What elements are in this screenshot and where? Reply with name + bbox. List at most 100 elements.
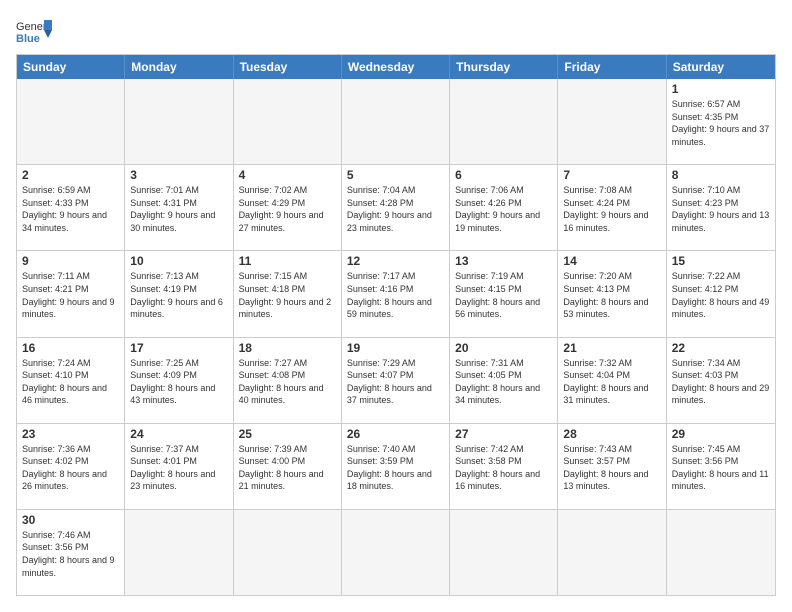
calendar-empty-cell [558,510,666,595]
day-number: 19 [347,341,444,355]
logo: General Blue [16,16,52,44]
day-number: 2 [22,168,119,182]
day-number: 28 [563,427,660,441]
day-number: 30 [22,513,119,527]
calendar-day-26: 26 Sunrise: 7:40 AM Sunset: 3:59 PM Dayli… [342,424,450,509]
day-info: Sunrise: 7:22 AM Sunset: 4:12 PM Dayligh… [672,270,770,320]
calendar-empty-cell [234,79,342,164]
calendar-day-10: 10 Sunrise: 7:13 AM Sunset: 4:19 PM Dayli… [125,251,233,336]
calendar-day-20: 20Sunrise: 7:31 AM Sunset: 4:05 PM Dayli… [450,338,558,423]
day-number: 16 [22,341,119,355]
calendar-day-22: 22 Sunrise: 7:34 AM Sunset: 4:03 PM Dayli… [667,338,775,423]
day-info: Sunrise: 6:57 AM Sunset: 4:35 PM Dayligh… [672,98,770,148]
day-info: Sunrise: 7:43 AM Sunset: 3:57 PM Dayligh… [563,443,660,493]
calendar-day-12: 12 Sunrise: 7:17 AM Sunset: 4:16 PM Dayli… [342,251,450,336]
calendar-body: 1 Sunrise: 6:57 AM Sunset: 4:35 PM Daylig… [17,79,775,595]
calendar-day-7: 7 Sunrise: 7:08 AM Sunset: 4:24 PM Daylig… [558,165,666,250]
day-info: Sunrise: 7:17 AM Sunset: 4:16 PM Dayligh… [347,270,444,320]
calendar-day-9: 9Sunrise: 7:11 AM Sunset: 4:21 PM Daylig… [17,251,125,336]
day-info: Sunrise: 7:20 AM Sunset: 4:13 PM Dayligh… [563,270,660,320]
calendar-day-18: 18 Sunrise: 7:27 AM Sunset: 4:08 PM Dayli… [234,338,342,423]
day-info: Sunrise: 7:32 AM Sunset: 4:04 PM Dayligh… [563,357,660,407]
day-info: Sunrise: 7:13 AM Sunset: 4:19 PM Dayligh… [130,270,227,320]
calendar-day-14: 14 Sunrise: 7:20 AM Sunset: 4:13 PM Dayli… [558,251,666,336]
calendar: SundayMondayTuesdayWednesdayThursdayFrid… [16,54,776,596]
calendar-day-17: 17Sunrise: 7:25 AM Sunset: 4:09 PM Dayli… [125,338,233,423]
calendar-empty-cell [234,510,342,595]
calendar-day-21: 21Sunrise: 7:32 AM Sunset: 4:04 PM Dayli… [558,338,666,423]
day-number: 13 [455,254,552,268]
day-info: Sunrise: 7:11 AM Sunset: 4:21 PM Dayligh… [22,270,119,320]
calendar-day-4: 4Sunrise: 7:02 AM Sunset: 4:29 PM Daylig… [234,165,342,250]
day-number: 27 [455,427,552,441]
day-info: Sunrise: 7:10 AM Sunset: 4:23 PM Dayligh… [672,184,770,234]
day-number: 20 [455,341,552,355]
day-info: Sunrise: 7:01 AM Sunset: 4:31 PM Dayligh… [130,184,227,234]
calendar-day-19: 19 Sunrise: 7:29 AM Sunset: 4:07 PM Dayli… [342,338,450,423]
header-day-wednesday: Wednesday [342,55,450,79]
calendar-day-8: 8 Sunrise: 7:10 AM Sunset: 4:23 PM Daylig… [667,165,775,250]
header-day-tuesday: Tuesday [234,55,342,79]
day-number: 12 [347,254,444,268]
calendar-empty-cell [450,79,558,164]
day-number: 7 [563,168,660,182]
calendar-row-2: 9Sunrise: 7:11 AM Sunset: 4:21 PM Daylig… [17,250,775,336]
day-number: 29 [672,427,770,441]
day-info: Sunrise: 7:39 AM Sunset: 4:00 PM Dayligh… [239,443,336,493]
calendar-empty-cell [125,510,233,595]
calendar-day-15: 15Sunrise: 7:22 AM Sunset: 4:12 PM Dayli… [667,251,775,336]
generalblue-logo-icon: General Blue [16,16,52,44]
header-day-saturday: Saturday [667,55,775,79]
page: General Blue SundayMondayTuesdayWednesda… [0,0,792,612]
calendar-day-11: 11Sunrise: 7:15 AM Sunset: 4:18 PM Dayli… [234,251,342,336]
calendar-day-13: 13 Sunrise: 7:19 AM Sunset: 4:15 PM Dayli… [450,251,558,336]
calendar-day-16: 16Sunrise: 7:24 AM Sunset: 4:10 PM Dayli… [17,338,125,423]
calendar-day-24: 24 Sunrise: 7:37 AM Sunset: 4:01 PM Dayli… [125,424,233,509]
calendar-day-28: 28 Sunrise: 7:43 AM Sunset: 3:57 PM Dayli… [558,424,666,509]
header-day-monday: Monday [125,55,233,79]
calendar-empty-cell [558,79,666,164]
calendar-row-4: 23Sunrise: 7:36 AM Sunset: 4:02 PM Dayli… [17,423,775,509]
day-info: Sunrise: 7:42 AM Sunset: 3:58 PM Dayligh… [455,443,552,493]
day-number: 8 [672,168,770,182]
calendar-day-27: 27 Sunrise: 7:42 AM Sunset: 3:58 PM Dayli… [450,424,558,509]
day-info: Sunrise: 6:59 AM Sunset: 4:33 PM Dayligh… [22,184,119,234]
calendar-empty-cell [450,510,558,595]
calendar-empty-cell [342,510,450,595]
day-info: Sunrise: 7:02 AM Sunset: 4:29 PM Dayligh… [239,184,336,234]
day-number: 23 [22,427,119,441]
day-number: 22 [672,341,770,355]
day-number: 25 [239,427,336,441]
day-number: 24 [130,427,227,441]
calendar-day-5: 5Sunrise: 7:04 AM Sunset: 4:28 PM Daylig… [342,165,450,250]
day-info: Sunrise: 7:29 AM Sunset: 4:07 PM Dayligh… [347,357,444,407]
day-info: Sunrise: 7:46 AM Sunset: 3:56 PM Dayligh… [22,529,119,579]
header-day-sunday: Sunday [17,55,125,79]
calendar-day-29: 29 Sunrise: 7:45 AM Sunset: 3:56 PM Dayli… [667,424,775,509]
day-info: Sunrise: 7:27 AM Sunset: 4:08 PM Dayligh… [239,357,336,407]
calendar-day-2: 2 Sunrise: 6:59 AM Sunset: 4:33 PM Daylig… [17,165,125,250]
calendar-day-3: 3 Sunrise: 7:01 AM Sunset: 4:31 PM Daylig… [125,165,233,250]
calendar-day-30: 30 Sunrise: 7:46 AM Sunset: 3:56 PM Dayli… [17,510,125,595]
day-info: Sunrise: 7:37 AM Sunset: 4:01 PM Dayligh… [130,443,227,493]
day-info: Sunrise: 7:45 AM Sunset: 3:56 PM Dayligh… [672,443,770,493]
day-number: 26 [347,427,444,441]
day-info: Sunrise: 7:15 AM Sunset: 4:18 PM Dayligh… [239,270,336,320]
day-number: 1 [672,82,770,96]
day-info: Sunrise: 7:19 AM Sunset: 4:15 PM Dayligh… [455,270,552,320]
svg-text:Blue: Blue [16,33,40,44]
header: General Blue [16,16,776,44]
day-number: 3 [130,168,227,182]
day-number: 10 [130,254,227,268]
day-number: 6 [455,168,552,182]
day-info: Sunrise: 7:08 AM Sunset: 4:24 PM Dayligh… [563,184,660,234]
day-info: Sunrise: 7:34 AM Sunset: 4:03 PM Dayligh… [672,357,770,407]
calendar-day-23: 23Sunrise: 7:36 AM Sunset: 4:02 PM Dayli… [17,424,125,509]
calendar-row-1: 2 Sunrise: 6:59 AM Sunset: 4:33 PM Daylig… [17,164,775,250]
calendar-day-1: 1 Sunrise: 6:57 AM Sunset: 4:35 PM Daylig… [667,79,775,164]
day-number: 5 [347,168,444,182]
day-number: 14 [563,254,660,268]
day-info: Sunrise: 7:40 AM Sunset: 3:59 PM Dayligh… [347,443,444,493]
header-day-friday: Friday [558,55,666,79]
day-number: 18 [239,341,336,355]
